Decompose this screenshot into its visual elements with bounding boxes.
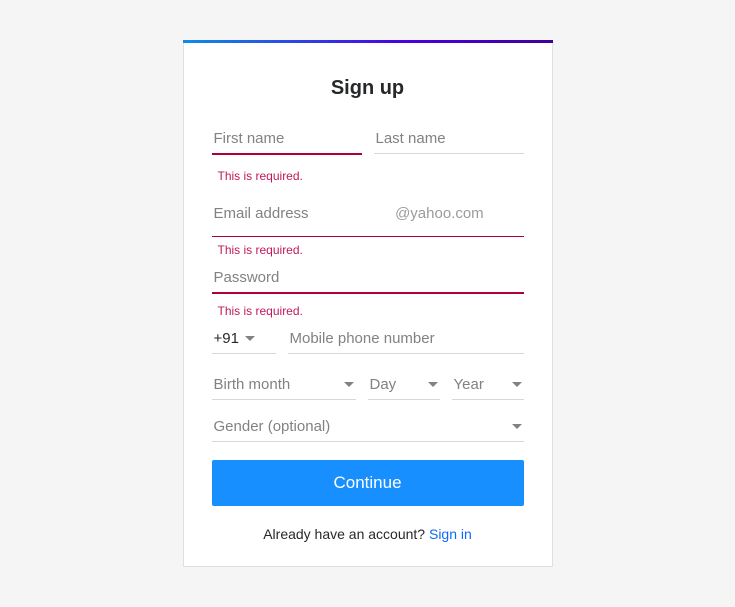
continue-button[interactable]: Continue bbox=[212, 460, 524, 506]
phone-field[interactable]: Mobile phone number bbox=[288, 328, 524, 358]
name-error-row: This is required. . bbox=[212, 163, 524, 193]
gender-select[interactable]: Gender (optional) bbox=[212, 414, 524, 442]
birth-year-select[interactable]: Year bbox=[452, 372, 524, 400]
underline bbox=[212, 292, 524, 294]
chevron-down-icon bbox=[512, 382, 522, 387]
email-domain-label: @yahoo.com bbox=[393, 203, 523, 228]
email-underline bbox=[212, 236, 524, 238]
chevron-down-icon bbox=[428, 382, 438, 387]
phone-placeholder: Mobile phone number bbox=[288, 328, 524, 353]
last-name-field[interactable]: Last name bbox=[374, 122, 524, 159]
underline bbox=[288, 353, 524, 354]
birth-month-label: Birth month bbox=[214, 376, 291, 393]
underline bbox=[212, 399, 356, 400]
birth-day-label: Day bbox=[370, 376, 397, 393]
first-name-placeholder: First name bbox=[212, 128, 362, 153]
birth-month-select[interactable]: Birth month bbox=[212, 372, 356, 400]
underline bbox=[368, 399, 440, 400]
phone-row: +91 Mobile phone number bbox=[212, 328, 524, 358]
password-field[interactable]: Password bbox=[212, 267, 524, 298]
password-placeholder: Password bbox=[212, 267, 524, 292]
chevron-down-icon bbox=[512, 424, 522, 429]
email-placeholder: Email address bbox=[212, 203, 382, 228]
first-name-field[interactable]: First name bbox=[212, 122, 362, 159]
chevron-down-icon bbox=[344, 382, 354, 387]
password-error: This is required. bbox=[218, 304, 524, 318]
chevron-down-icon bbox=[245, 336, 255, 341]
email-error: This is required. bbox=[218, 243, 524, 257]
country-code-value: +91 bbox=[214, 330, 239, 347]
footer-text: Already have an account? bbox=[263, 526, 429, 542]
first-name-error: This is required. bbox=[218, 169, 362, 183]
email-field[interactable]: Email address bbox=[212, 197, 382, 232]
name-row: First name Last name bbox=[212, 122, 524, 159]
signup-card: Sign up First name Last name This is req… bbox=[183, 40, 553, 567]
email-row: Email address @yahoo.com bbox=[212, 197, 524, 232]
underline bbox=[452, 399, 524, 400]
signin-link[interactable]: Sign in bbox=[429, 526, 472, 542]
underline bbox=[212, 353, 276, 354]
underline bbox=[212, 153, 362, 155]
birthdate-row: Birth month Day Year bbox=[212, 372, 524, 400]
footer: Already have an account? Sign in bbox=[212, 526, 524, 542]
underline bbox=[374, 153, 524, 154]
gender-label: Gender (optional) bbox=[214, 418, 331, 435]
birth-day-select[interactable]: Day bbox=[368, 372, 440, 400]
page-title: Sign up bbox=[212, 77, 524, 100]
birth-year-label: Year bbox=[454, 376, 484, 393]
last-name-placeholder: Last name bbox=[374, 128, 524, 153]
country-code-select[interactable]: +91 bbox=[212, 328, 276, 358]
underline bbox=[212, 441, 524, 442]
email-suffix: @yahoo.com bbox=[393, 197, 523, 232]
